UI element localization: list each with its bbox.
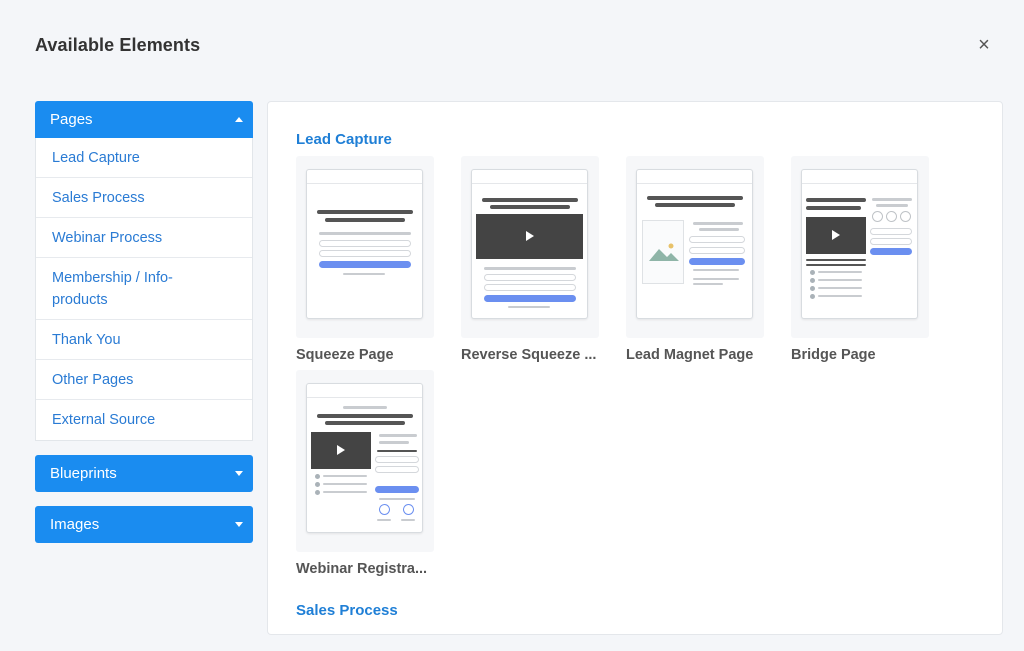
images-accordion-header[interactable]: Images xyxy=(35,506,253,543)
sidebar-item-label: Webinar Process xyxy=(52,229,163,246)
chevron-down-icon xyxy=(235,471,243,476)
template-label: Bridge Page xyxy=(791,347,876,363)
blueprints-accordion-header[interactable]: Blueprints xyxy=(35,455,253,492)
pages-accordion-label: Pages xyxy=(50,111,93,128)
sidebar-item-thank-you[interactable]: Thank You xyxy=(36,320,252,360)
sidebar-item-label: Thank You xyxy=(52,331,121,348)
modal-title: Available Elements xyxy=(35,35,201,55)
lead-magnet-thumbnail-icon xyxy=(626,156,764,338)
close-icon[interactable]: × xyxy=(974,35,994,55)
sidebar-item-label: Other Pages xyxy=(52,371,134,388)
squeeze-page-thumbnail-icon xyxy=(296,156,434,338)
chevron-up-icon xyxy=(235,117,243,122)
image-placeholder-icon xyxy=(649,243,679,261)
sidebar-item-sales-process[interactable]: Sales Process xyxy=(36,178,252,218)
template-card-bridge-page[interactable]: Bridge Page xyxy=(791,156,929,363)
template-label: Squeeze Page xyxy=(296,347,394,363)
template-card-lead-magnet[interactable]: Lead Magnet Page xyxy=(626,156,764,363)
sidebar-item-label: Sales Process xyxy=(52,189,145,206)
sidebar-item-label: Lead Capture xyxy=(52,149,140,166)
sidebar-item-external-source[interactable]: External Source xyxy=(36,400,252,440)
template-card-squeeze-page[interactable]: Squeeze Page xyxy=(296,156,434,363)
template-label: Webinar Registra... xyxy=(296,561,428,577)
sidebar-item-other-pages[interactable]: Other Pages xyxy=(36,360,252,400)
template-label: Reverse Squeeze ... xyxy=(461,347,597,363)
webinar-registration-thumbnail-icon xyxy=(296,370,434,552)
template-card-webinar-registration[interactable]: Webinar Registra... xyxy=(296,370,434,577)
sidebar-item-lead-capture[interactable]: Lead Capture xyxy=(36,138,252,178)
template-label: Lead Magnet Page xyxy=(626,347,754,363)
images-accordion-label: Images xyxy=(50,516,100,533)
bridge-page-thumbnail-icon xyxy=(791,156,929,338)
blueprints-accordion: Blueprints xyxy=(35,455,253,492)
images-accordion: Images xyxy=(35,506,253,543)
chevron-down-icon xyxy=(235,522,243,527)
blueprints-accordion-label: Blueprints xyxy=(50,465,117,482)
sidebar-item-webinar-process[interactable]: Webinar Process xyxy=(36,218,252,258)
sidebar-item-label: Membership / Info-products xyxy=(52,270,173,308)
section-title: Sales Process xyxy=(296,602,398,619)
section-title: Lead Capture xyxy=(296,131,392,148)
templates-panel: Lead Capture Squeeze Page Reverse Squeez… xyxy=(267,101,1003,635)
template-card-reverse-squeeze[interactable]: Reverse Squeeze ... xyxy=(461,156,599,363)
pages-accordion-header[interactable]: Pages xyxy=(35,101,253,138)
sidebar-item-label: External Source xyxy=(52,412,156,428)
sidebar-item-membership[interactable]: Membership / Info-products xyxy=(36,258,252,320)
pages-list: Lead Capture Sales Process Webinar Proce… xyxy=(35,138,253,441)
sidebar: Pages Lead Capture Sales Process Webinar… xyxy=(35,101,253,543)
pages-accordion: Pages Lead Capture Sales Process Webinar… xyxy=(35,101,253,441)
reverse-squeeze-thumbnail-icon xyxy=(461,156,599,338)
